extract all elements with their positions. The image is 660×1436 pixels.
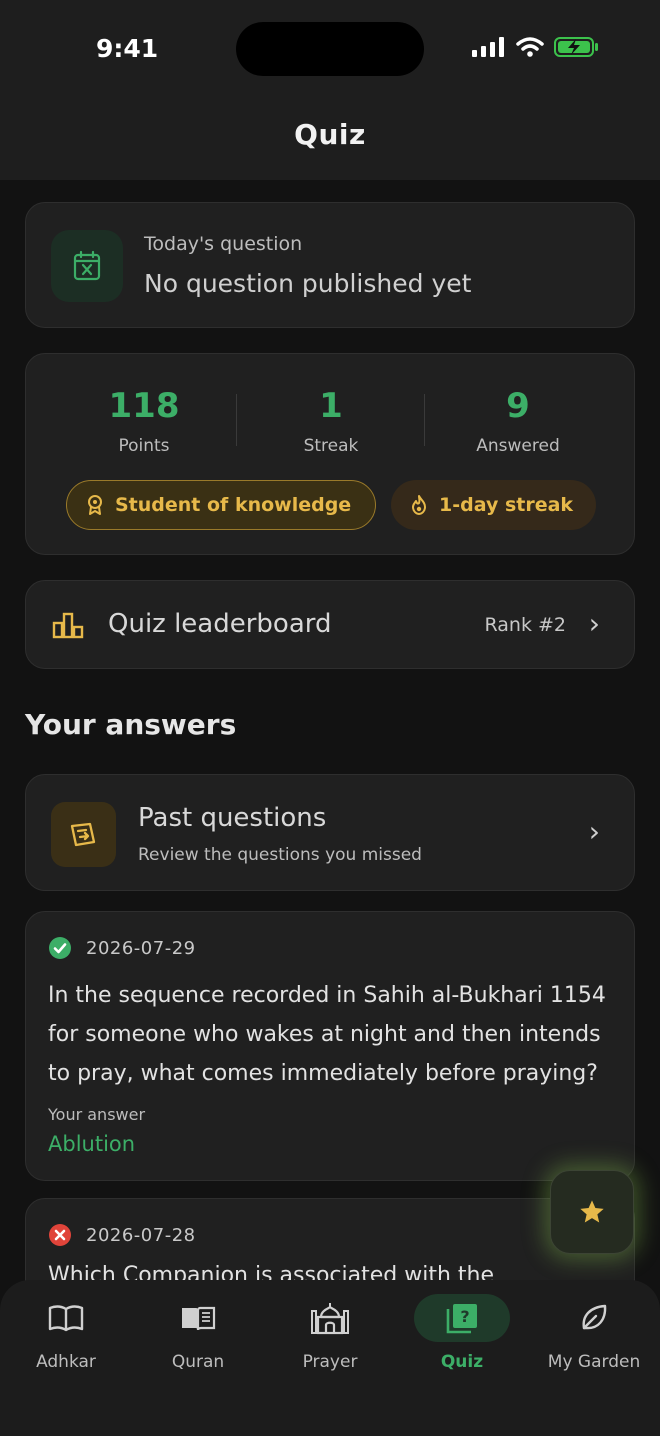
open-book-icon [48,1305,84,1332]
your-answer-label: Your answer [48,1105,146,1124]
answer-date: 2026-07-29 [86,937,196,959]
past-questions-title: Past questions [138,803,327,833]
award-icon [88,495,102,515]
leaderboard-label: Quiz leaderboard [108,609,332,639]
badge-label: 1-day streak [439,494,574,516]
tab-prayer[interactable]: Prayer [264,1292,396,1372]
check-circle-icon [49,937,71,959]
svg-text:?: ? [460,1307,469,1326]
tab-label: Quran [171,1352,225,1372]
tab-label: Quiz [440,1352,484,1372]
system-icons [472,36,600,58]
stats-card: 118 Points 1 Streak 9 Answered Student o… [25,353,635,555]
badge-label: Student of knowledge [115,494,352,516]
past-questions-icon-box [51,802,116,867]
status-bar: 9:41 [0,0,660,100]
todays-question-label: Today's question [144,233,303,255]
quran-icon [182,1306,216,1331]
points-stat: 118 Points [44,386,244,456]
points-value: 118 [108,386,180,426]
answered-label: Answered [476,436,560,456]
floating-star-button[interactable] [550,1170,634,1254]
wifi-icon [516,37,544,57]
leaf-icon [582,1304,607,1330]
history-quiz-icon [70,822,95,846]
points-label: Points [118,436,170,456]
cellular-signal-icon [472,37,504,57]
quiz-leaderboard-row[interactable]: Quiz leaderboard Rank #2 › [25,580,635,669]
answered-value: 9 [506,386,530,426]
x-circle-icon [49,1224,71,1246]
answer-date: 2026-07-28 [86,1224,196,1246]
streak-stat: 1 Streak [231,386,431,456]
answer-question: In the sequence recorded in Sahih al-Buk… [48,983,606,1086]
streak-value: 1 [319,386,343,426]
streak-badge: 1-day streak [391,480,596,530]
status-time: 9:41 [96,34,159,63]
answer-card[interactable]: 2026-07-29 In the sequence recorded in S… [25,911,635,1181]
calendar-icon-box [51,230,123,302]
past-questions-row[interactable]: Past questions Review the questions you … [25,774,635,891]
chevron-right-icon: › [588,815,600,848]
dynamic-island [236,22,424,76]
past-questions-subtitle: Review the questions you missed [138,845,422,865]
tab-label: Adhkar [36,1352,96,1372]
nav-header: Quiz [0,100,660,180]
calendar-x-icon [73,250,101,281]
flame-icon [412,495,426,515]
answer-header: 2026-07-28 [48,1223,196,1247]
todays-question-value: No question published yet [144,269,472,298]
star-icon [580,1200,604,1223]
answered-stat: 9 Answered [418,386,618,456]
tab-quiz[interactable]: ? Quiz [396,1292,528,1372]
active-tab-indicator: ? [414,1294,510,1342]
leaderboard-rank: Rank #2 [484,614,566,636]
mosque-icon [311,1303,349,1335]
section-title: Your answers [25,708,237,741]
todays-question-card[interactable]: Today's question No question published y… [25,202,635,328]
bar-chart-icon [52,612,84,639]
chevron-right-icon: › [588,607,600,640]
your-answer-value: Ablution [48,1132,136,1156]
student-of-knowledge-badge: Student of knowledge [66,480,376,530]
tab-label: Prayer [302,1352,358,1372]
battery-charging-icon [554,37,598,57]
tab-adhkar[interactable]: Adhkar [0,1292,132,1372]
tab-label: My Garden [547,1352,641,1372]
quiz-icon: ? [446,1304,477,1334]
streak-label: Streak [303,436,359,456]
tab-quran[interactable]: Quran [132,1292,264,1372]
bottom-tab-bar: Adhkar Quran Prayer ? Quiz My Garden [0,1280,660,1436]
tab-my-garden[interactable]: My Garden [528,1292,660,1372]
page-title: Quiz [294,118,366,151]
answer-header: 2026-07-29 [48,936,196,960]
